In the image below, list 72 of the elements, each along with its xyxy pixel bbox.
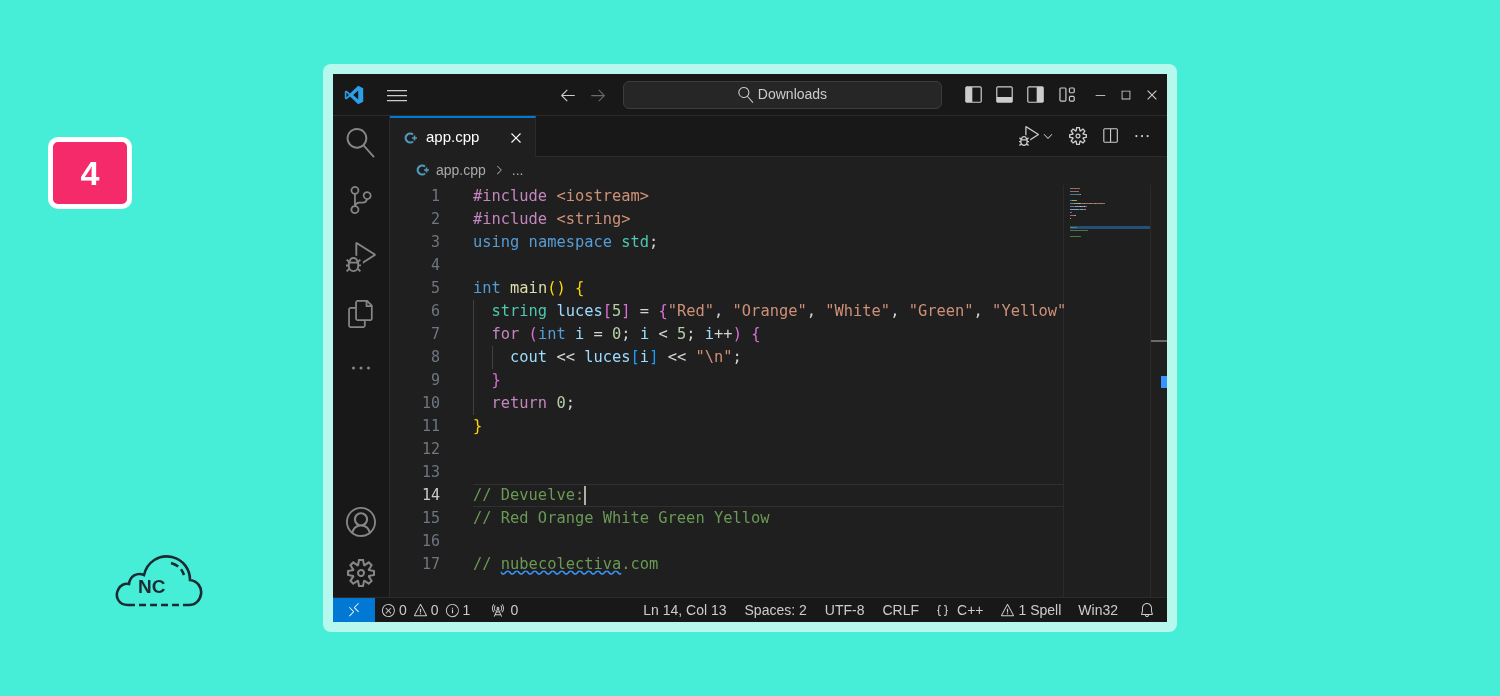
search-icon (737, 86, 754, 103)
files-icon[interactable] (347, 300, 375, 328)
line-number: 12 (421, 439, 440, 461)
line-number: 14 (421, 485, 440, 507)
code-line: string luces[5] = {"Red", "Orange", "White", "Green", "Yellow" (490, 300, 1067, 322)
run-debug-icon[interactable] (1019, 126, 1039, 146)
sidebar-right-icon[interactable] (1026, 85, 1045, 104)
line-number: 11 (421, 416, 440, 438)
code-line: // Red Orange White Green Yellow (473, 507, 770, 529)
settings-icon[interactable] (1069, 127, 1087, 145)
status-item[interactable]: Win32 (1069, 598, 1127, 622)
line-number: 3 (430, 232, 440, 254)
run-debug-icon[interactable] (346, 242, 376, 272)
status-item[interactable]: Ln 14, Col 13 (634, 598, 736, 622)
remote-icon (346, 602, 362, 618)
tab-label: app.cpp (426, 127, 480, 148)
sidebar-left-icon[interactable] (964, 85, 983, 104)
text-cursor (584, 486, 587, 505)
line-number: 17 (421, 554, 440, 576)
settings-icon[interactable] (347, 559, 375, 587)
status-item[interactable]: CRLF (873, 598, 929, 622)
scrollbar[interactable] (1150, 185, 1167, 597)
code-line: // nubecolectiva.com (473, 553, 659, 575)
info-icon (444, 602, 460, 618)
line-number: 7 (430, 324, 440, 346)
logo-text: NC (138, 577, 166, 596)
status-item[interactable]: Spaces: 2 (735, 598, 816, 622)
code-line: cout << luces[i] << "\n"; (509, 346, 742, 368)
layout-icon[interactable] (1057, 85, 1076, 104)
cpp-file-icon (404, 130, 418, 145)
spell-status[interactable]: 1 Spell (991, 598, 1070, 622)
line-number: 2 (430, 209, 440, 231)
command-search-field[interactable]: Downloads (623, 80, 942, 109)
code-line: } (490, 369, 501, 391)
line-number: 5 (430, 278, 440, 300)
code-line: for (int i = 0; i < 5; i++) { (490, 323, 761, 345)
editor-tab[interactable]: app.cpp (390, 116, 536, 157)
ports-status[interactable]: 0 (482, 598, 527, 622)
search-icon[interactable] (346, 128, 376, 158)
warning-icon (999, 602, 1015, 618)
breadcrumb-item[interactable]: app.cpp (436, 159, 486, 181)
panel-bottom-icon[interactable] (995, 85, 1014, 104)
braces-icon (936, 603, 950, 617)
account-icon[interactable] (346, 507, 376, 537)
code-line: } (473, 415, 483, 437)
code-line: #include <string> (473, 208, 631, 230)
breadcrumb-item[interactable]: ... (511, 159, 524, 181)
bell-icon[interactable] (1139, 602, 1155, 618)
code-line: int main() { (473, 277, 585, 299)
line-number: 15 (421, 508, 440, 530)
split-editor-icon[interactable] (1101, 127, 1119, 145)
status-item[interactable]: UTF-8 (815, 598, 874, 622)
line-number: 16 (421, 531, 440, 553)
line-number: 1 (430, 186, 440, 208)
line-number: 8 (430, 347, 440, 369)
language-status[interactable]: C++ (928, 598, 992, 622)
problems-status[interactable]: 0 0 1 (375, 598, 477, 622)
code-line: // Devuelve: (473, 484, 585, 506)
cpp-file-icon (416, 163, 430, 177)
antenna-icon (490, 602, 506, 618)
line-number: 4 (430, 255, 440, 277)
code-line: using namespace std; (473, 231, 659, 253)
code-line: #include <iostream> (473, 185, 650, 207)
code-line: return 0; (490, 392, 575, 414)
editor-logo-icon (344, 84, 364, 105)
line-number: 10 (421, 393, 440, 415)
line-number: 6 (430, 301, 440, 323)
line-number: 13 (421, 462, 440, 484)
warning-icon (412, 602, 428, 618)
step-badge: 4 (48, 137, 132, 209)
error-icon (381, 602, 396, 618)
line-number: 9 (430, 370, 440, 392)
